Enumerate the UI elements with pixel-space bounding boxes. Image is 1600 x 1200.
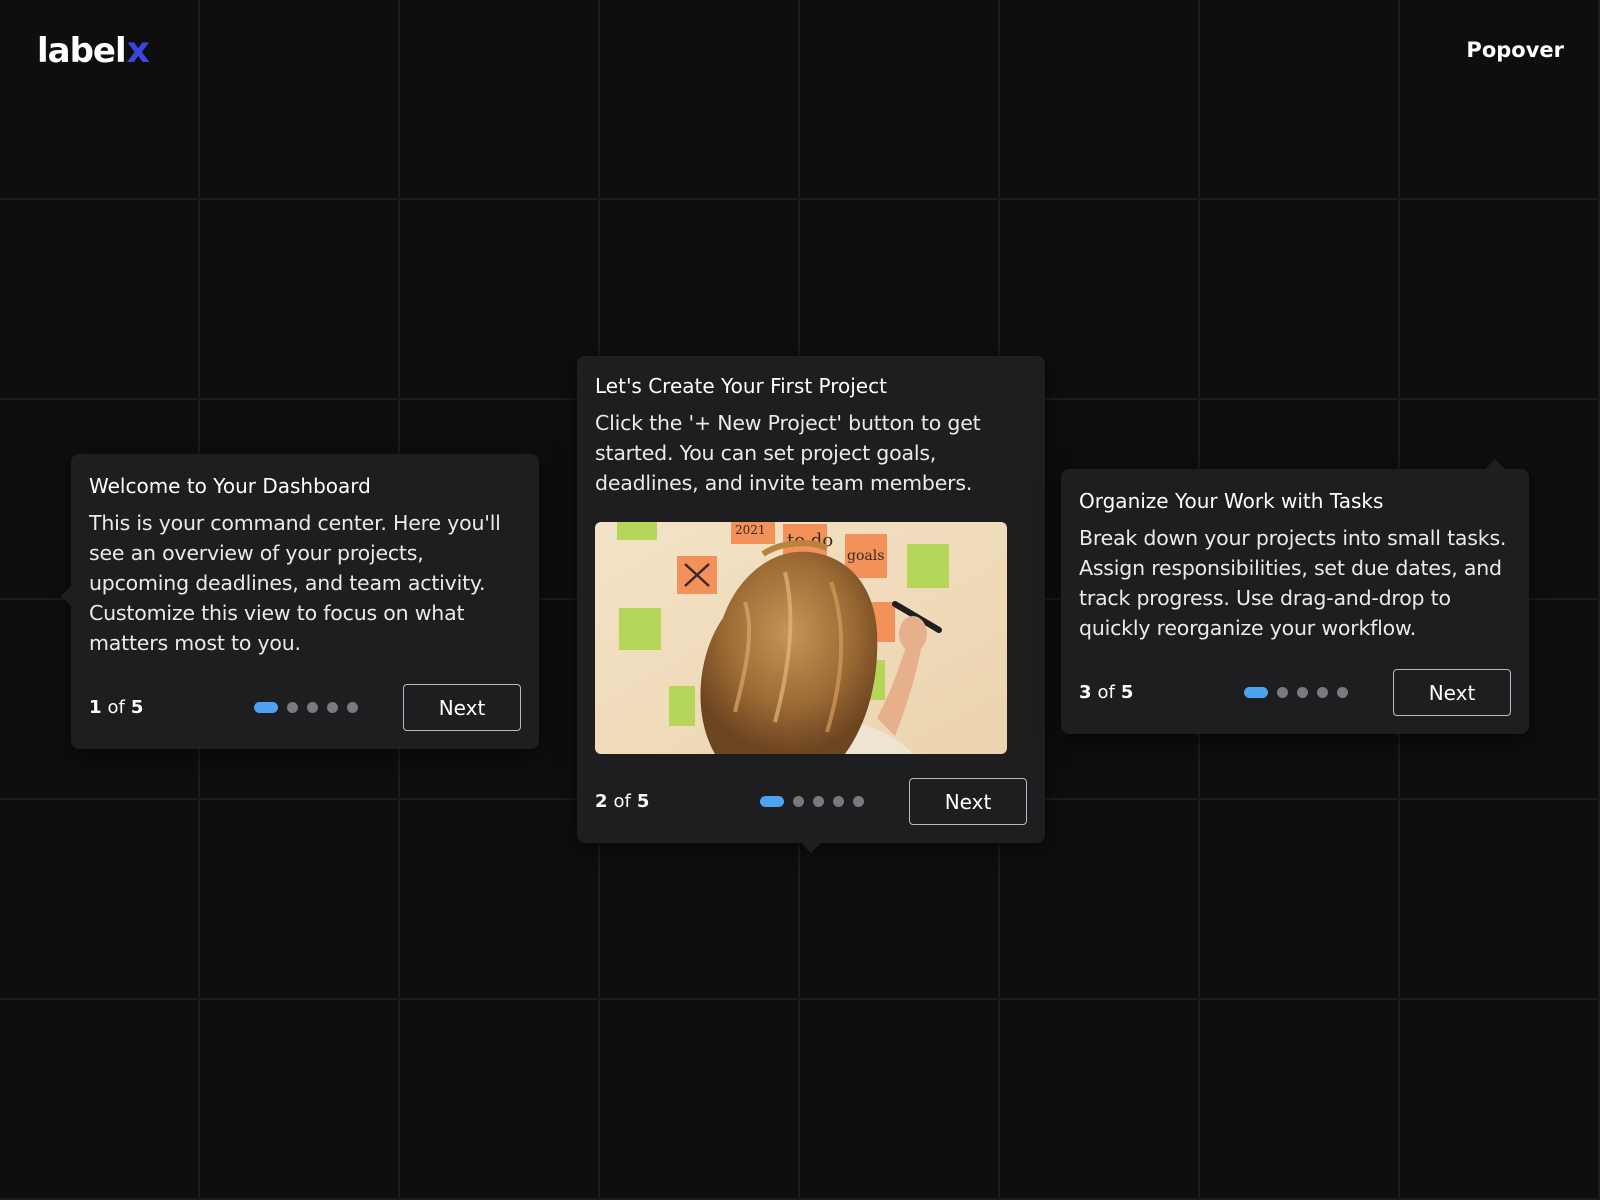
popover-step-2: Let's Create Your First Project Click th… <box>577 356 1045 853</box>
step-counter: 1 of 5 <box>89 697 143 718</box>
sticky-note-goals: goals <box>847 548 884 564</box>
popover-arrow-bottom <box>801 843 821 853</box>
step-current: 3 <box>1079 682 1092 703</box>
popover-body: This is your command center. Here you'll… <box>89 511 501 655</box>
step-of-label: of <box>613 791 631 812</box>
step-of-label: of <box>1097 682 1115 703</box>
step-dots <box>760 796 864 807</box>
next-button[interactable]: Next <box>403 684 521 731</box>
step-dot[interactable] <box>1277 687 1288 698</box>
step-total: 5 <box>1120 682 1134 703</box>
brand-logo: label x <box>37 30 150 71</box>
step-current: 1 <box>89 697 102 718</box>
next-button[interactable]: Next <box>1393 669 1511 716</box>
popover-footer: 2 of 5 Next <box>595 778 1027 825</box>
logo-x-icon: x <box>126 30 150 71</box>
popover-footer: 3 of 5 Next <box>1079 669 1511 716</box>
step-dot[interactable] <box>1317 687 1328 698</box>
step-dot[interactable] <box>793 796 804 807</box>
step-total: 5 <box>130 697 144 718</box>
next-button[interactable]: Next <box>909 778 1027 825</box>
popover-body: Click the '+ New Project' button to get … <box>595 411 981 495</box>
step-counter: 2 of 5 <box>595 791 649 812</box>
step-dots <box>1244 687 1348 698</box>
step-dot-active[interactable] <box>760 796 784 807</box>
popover-arrow-left <box>61 586 71 606</box>
step-counter: 3 of 5 <box>1079 682 1133 703</box>
popover-body: Break down your projects into small task… <box>1079 526 1507 640</box>
step-dot[interactable] <box>327 702 338 713</box>
popover-title: Organize Your Work with Tasks <box>1079 489 1384 513</box>
logo-text: label <box>37 31 127 71</box>
page-title: Popover <box>1466 38 1564 62</box>
step-dot[interactable] <box>853 796 864 807</box>
sticky-note-2021: 2021 <box>735 523 766 537</box>
popover-step-1: Welcome to Your Dashboard This is your c… <box>61 454 539 749</box>
step-dot[interactable] <box>1337 687 1348 698</box>
popover-title: Let's Create Your First Project <box>595 374 887 398</box>
step-dot[interactable] <box>287 702 298 713</box>
step-dots <box>254 702 358 713</box>
step-current: 2 <box>595 791 608 812</box>
popover-arrow-top <box>1485 459 1505 469</box>
step-dot[interactable] <box>813 796 824 807</box>
step-dot[interactable] <box>307 702 318 713</box>
step-dot[interactable] <box>833 796 844 807</box>
step-of-label: of <box>107 697 125 718</box>
popover-title: Welcome to Your Dashboard <box>89 474 371 498</box>
step-dot-active[interactable] <box>254 702 278 713</box>
step-dot[interactable] <box>347 702 358 713</box>
step-dot[interactable] <box>1297 687 1308 698</box>
project-illustration-image: 2021 to do goals <box>595 522 1007 754</box>
popover-footer: 1 of 5 Next <box>89 684 521 731</box>
step-dot-active[interactable] <box>1244 687 1268 698</box>
popover-step-3: Organize Your Work with Tasks Break down… <box>1061 459 1529 734</box>
step-total: 5 <box>636 791 650 812</box>
